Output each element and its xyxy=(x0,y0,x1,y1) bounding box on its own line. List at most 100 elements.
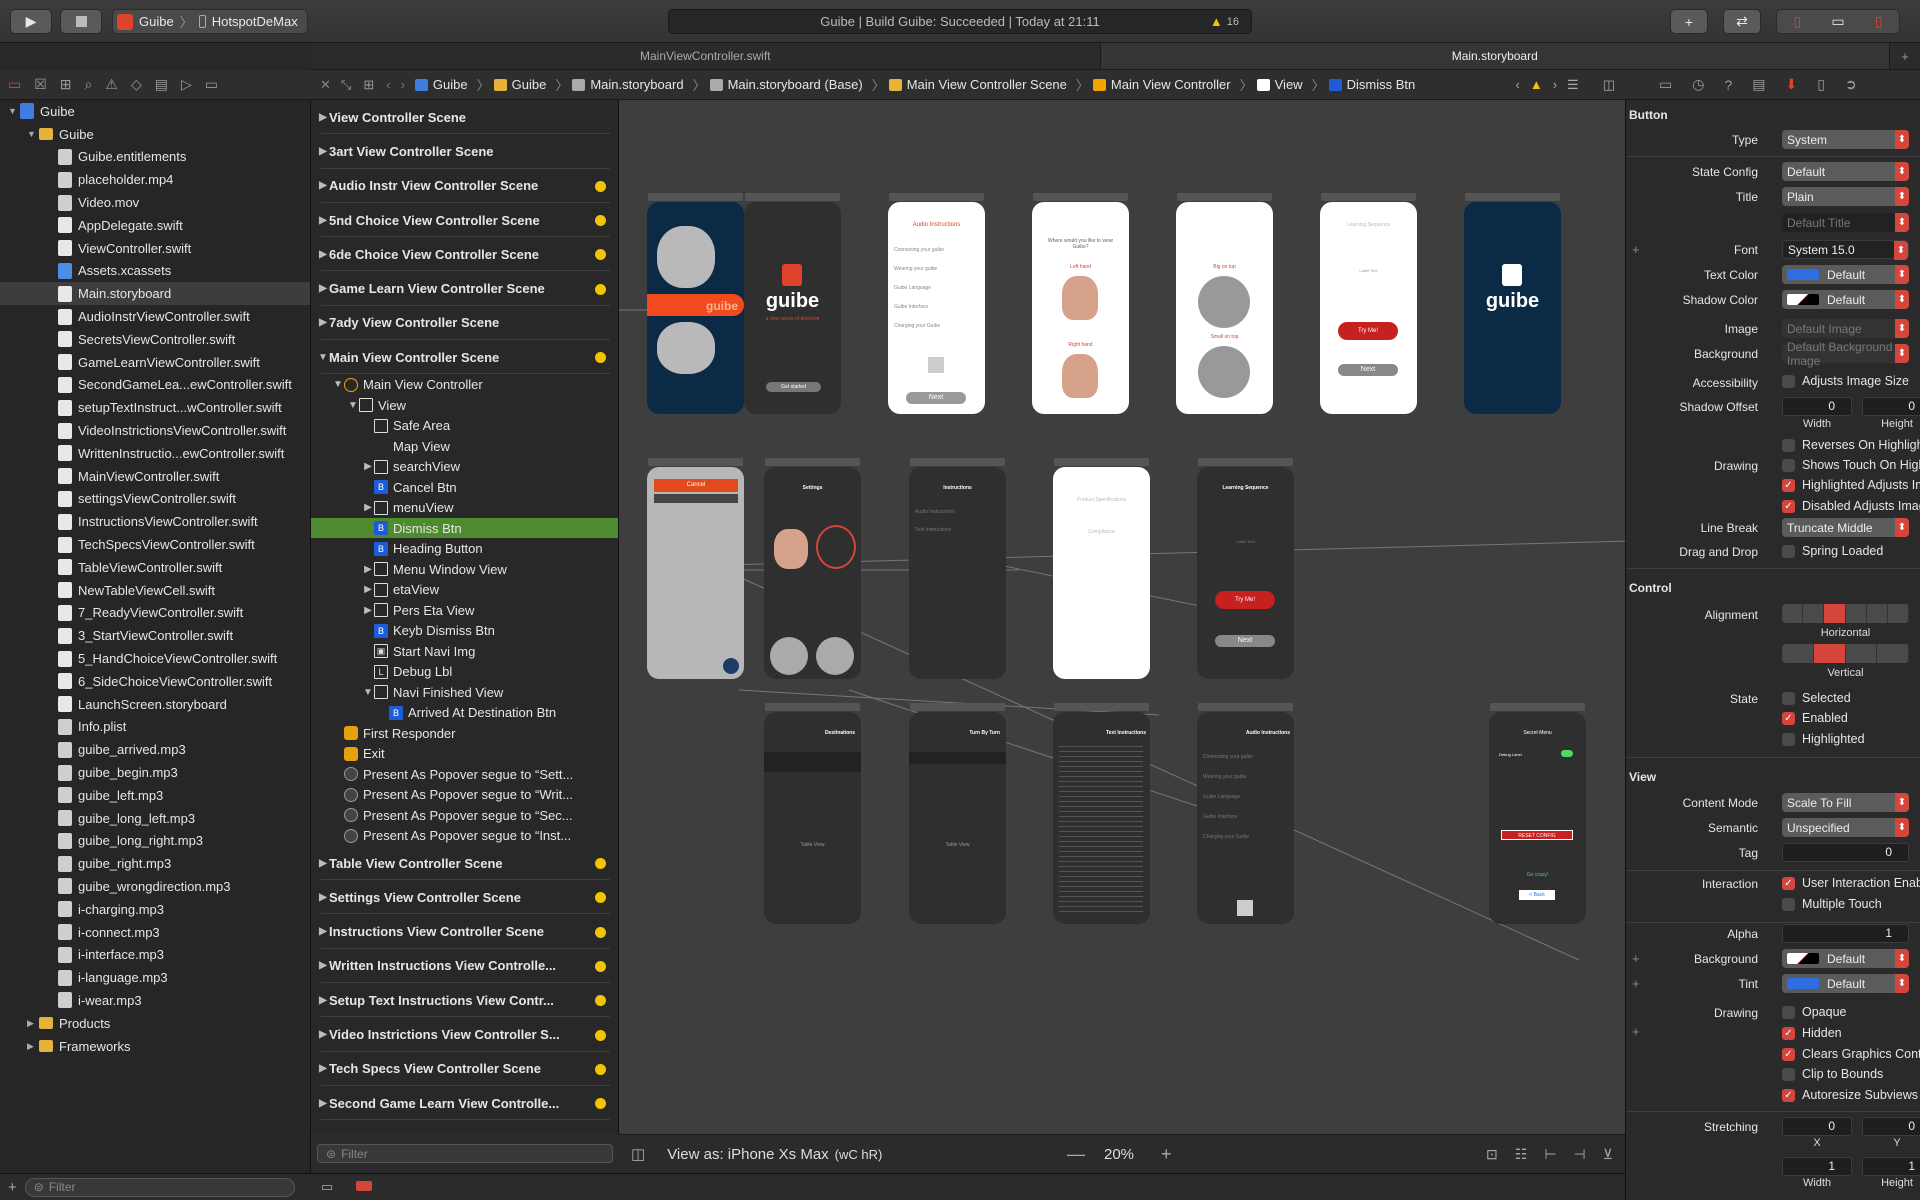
alignment-segment-icon[interactable] xyxy=(1803,604,1825,623)
scene-instructions[interactable]: Instructions Audio Instructions Text Instr… xyxy=(909,467,1006,679)
tint-popup[interactable]: Default xyxy=(1782,974,1909,993)
outline-scene[interactable]: ▶ Second Game Learn View Controlle... xyxy=(311,1086,618,1121)
size-icon[interactable]: ▯ xyxy=(1817,76,1825,93)
forward-icon[interactable]: › xyxy=(401,77,405,92)
autoresize-checkbox[interactable]: ✓ Autoresize Subviews xyxy=(1782,1088,1918,1102)
alignment-segment-icon[interactable] xyxy=(1824,604,1846,623)
stop-button[interactable] xyxy=(60,9,102,34)
scene-game-learn[interactable]: Learning Sequence Label Text Try Me! Next xyxy=(1320,202,1417,414)
document-outline-toggle-icon[interactable]: ◫ xyxy=(631,1145,645,1163)
disclosure-icon[interactable]: ▶ xyxy=(317,960,329,971)
navigator-item[interactable]: i-interface.mp3 xyxy=(0,943,310,966)
title-popup[interactable]: Plain xyxy=(1782,187,1909,206)
navigator-item[interactable]: NewTableViewCell.swift xyxy=(0,579,310,602)
outline-scene[interactable]: ▶ Setup Text Instructions View Contr... xyxy=(311,983,618,1018)
alignment-segment-icon[interactable] xyxy=(1813,644,1846,663)
plus-icon[interactable]: + xyxy=(1632,951,1640,966)
outline-scene[interactable]: ▼ Main View Controller Scene xyxy=(311,340,618,375)
disclosure-icon[interactable]: ▶ xyxy=(362,502,374,513)
symbol-icon[interactable]: ⊞ xyxy=(60,76,72,93)
breadcrumb-item[interactable]: Main.storyboard 〉 xyxy=(572,75,706,94)
breadcrumb-item[interactable]: View 〉 xyxy=(1256,75,1325,94)
navigator-item[interactable]: ▶ Products xyxy=(0,1012,310,1035)
type-popup[interactable]: System xyxy=(1782,130,1909,149)
navigator-item[interactable]: SecondGameLea...ewController.swift xyxy=(0,374,310,397)
scene-dock[interactable] xyxy=(648,458,743,466)
outline-item[interactable]: Exit xyxy=(311,743,618,764)
highlighted-adjusts-checkbox[interactable]: ✓Highlighted Adjusts Image xyxy=(1782,478,1920,492)
outline-item[interactable]: ▶ Menu Window View xyxy=(311,559,618,580)
breakpoints-icon[interactable] xyxy=(356,1181,372,1191)
navigator-item[interactable]: placeholder.mp4 xyxy=(0,168,310,191)
breadcrumb-item[interactable]: Main View Controller 〉 xyxy=(1092,75,1253,94)
font-field[interactable]: System 15.0 xyxy=(1782,240,1909,260)
disclosure-icon[interactable]: ▶ xyxy=(362,584,374,595)
outline-item[interactable]: Present As Popover segue to “Inst... xyxy=(311,825,618,846)
library-button[interactable]: + xyxy=(1670,9,1708,34)
alignment-segment-icon[interactable] xyxy=(1867,604,1888,623)
history-icon[interactable]: ◷ xyxy=(1692,76,1704,93)
alignment-segment-icon[interactable] xyxy=(1846,644,1878,663)
plus-icon[interactable]: + xyxy=(8,1179,17,1196)
disclosure-icon[interactable]: ▶ xyxy=(317,1063,329,1074)
outline-item[interactable]: ▼ Navi Finished View xyxy=(311,682,618,703)
stretching-height[interactable]: 1 xyxy=(1862,1157,1920,1176)
hidden-checkbox[interactable]: ✓ Hidden xyxy=(1782,1026,1842,1040)
navigator-item[interactable]: setupTextInstruct...wController.swift xyxy=(0,396,310,419)
navigator-item[interactable]: AudioInstrViewController.swift xyxy=(0,305,310,328)
scene-second-game[interactable]: Learning Sequence Label Text Try Me! Next xyxy=(1197,467,1294,679)
image-popup[interactable]: Default Image xyxy=(1782,319,1909,338)
breadcrumb-item[interactable]: Guibe 〉 xyxy=(414,75,490,94)
navigator-filter-input[interactable]: ⊜ Filter xyxy=(24,1177,295,1197)
alignment-segment-icon[interactable] xyxy=(1782,604,1804,623)
disclosure-icon[interactable]: ▼ xyxy=(362,687,374,698)
alignment-segment-icon[interactable] xyxy=(1877,644,1909,663)
scene-dock[interactable] xyxy=(910,703,1005,711)
scene-secret-menu[interactable]: Secret Menu Debug Label RESET CONFIG Go cra… xyxy=(1489,712,1586,924)
scene-dock[interactable] xyxy=(1321,193,1416,201)
clears-graphics-checkbox[interactable]: ✓Clears Graphics Context xyxy=(1782,1047,1920,1061)
outline-item[interactable]: B Dismiss Btn xyxy=(311,517,618,539)
report-icon[interactable]: ▭ xyxy=(205,76,218,93)
navigator-item[interactable]: TechSpecsViewController.swift xyxy=(0,533,310,556)
scene-dock[interactable] xyxy=(1198,458,1293,466)
navigator-item[interactable]: Assets.xcassets xyxy=(0,260,310,283)
scene-launch[interactable]: guibe xyxy=(647,202,744,414)
scene-dock[interactable] xyxy=(1198,703,1293,711)
shadow-color-popup[interactable]: Default xyxy=(1782,290,1909,309)
editor-options-icon[interactable]: ☰ xyxy=(1567,77,1579,93)
add-constraints-icon[interactable]: ⊣ xyxy=(1574,1146,1586,1163)
outline-item[interactable]: ▶ etaView xyxy=(311,579,618,600)
navigator-item[interactable]: InstructionsViewController.swift xyxy=(0,510,310,533)
scene-dock[interactable] xyxy=(745,193,840,201)
next-issue-icon[interactable]: › xyxy=(1553,77,1557,92)
resolve-issues-icon[interactable]: ⊻ xyxy=(1603,1146,1613,1163)
outline-item[interactable]: B Cancel Btn xyxy=(311,477,618,498)
reverses-checkbox[interactable]: Reverses On Highlight xyxy=(1782,438,1920,452)
previous-issue-icon[interactable]: ‹ xyxy=(1515,77,1519,92)
scene-dock[interactable] xyxy=(1465,193,1560,201)
alignment-segment-icon[interactable] xyxy=(1846,604,1867,623)
tab-mainviewcontroller[interactable]: MainViewController.swift xyxy=(311,43,1101,69)
outline-scene[interactable]: ▶ Written Instructions View Controlle... xyxy=(311,949,618,984)
stretching-x[interactable]: 0 xyxy=(1782,1117,1852,1136)
navigator-item[interactable]: 5_HandChoiceViewController.swift xyxy=(0,647,310,670)
outline-scene[interactable]: ▶ Tech Specs View Controller Scene xyxy=(311,1052,618,1087)
scene-dock[interactable] xyxy=(1054,703,1149,711)
outline-scene[interactable]: ▶ Instructions View Controller Scene xyxy=(311,914,618,950)
connections-icon[interactable]: ➲ xyxy=(1845,76,1857,93)
opaque-checkbox[interactable]: Opaque xyxy=(1782,1005,1846,1019)
scene-dock[interactable] xyxy=(1033,193,1128,201)
outline-item[interactable]: B Heading Button xyxy=(311,538,618,559)
scene-hand-choice[interactable]: Where would you like to wear Guibe? Left … xyxy=(1032,202,1129,414)
navigator-item[interactable]: LaunchScreen.storyboard xyxy=(0,693,310,716)
navigator-item[interactable]: GameLearnViewController.swift xyxy=(0,351,310,374)
run-button[interactable]: ▶ xyxy=(10,9,52,34)
scene-main-map[interactable]: Cancel xyxy=(647,467,744,679)
disclosure-icon[interactable]: ▼ xyxy=(347,400,359,411)
scene-dock[interactable] xyxy=(910,458,1005,466)
navigator-item[interactable]: AppDelegate.swift xyxy=(0,214,310,237)
disclosure-icon[interactable]: ▼ xyxy=(27,129,39,139)
breadcrumb-item[interactable]: Guibe 〉 xyxy=(493,75,568,94)
disclosure-icon[interactable]: ▶ xyxy=(317,215,329,226)
